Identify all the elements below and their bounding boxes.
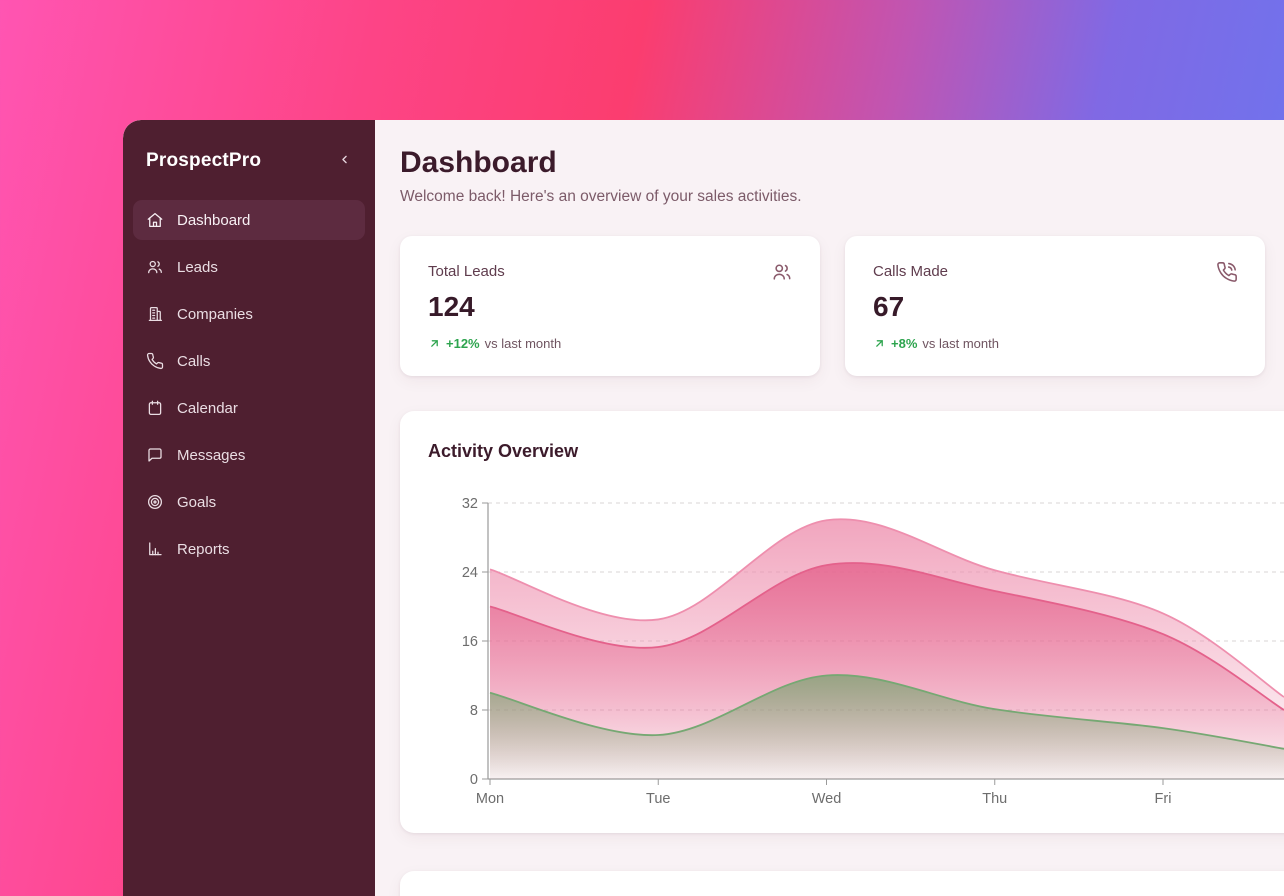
stat-value: 67 [873, 291, 1237, 323]
users-icon [771, 261, 793, 288]
sidebar-item-companies[interactable]: Companies [133, 294, 365, 334]
sidebar-item-calendar[interactable]: Calendar [133, 388, 365, 428]
activity-area-chart: 0 8 16 24 32 Mon Tue Wed Thu Fri [400, 411, 1284, 833]
desktop: { "sidebar": { "brand": "ProspectPro", "… [0, 0, 1284, 896]
trend-suffix: vs last month [485, 336, 562, 351]
calendar-icon [146, 399, 164, 417]
main-content: Dashboard Welcome back! Here's an overvi… [375, 120, 1284, 896]
sidebar-item-leads[interactable]: Leads [133, 247, 365, 287]
svg-text:Wed: Wed [812, 791, 842, 807]
app-logo: ProspectPro [146, 150, 261, 172]
trend-suffix: vs last month [922, 336, 999, 351]
svg-text:16: 16 [462, 634, 478, 650]
activity-overview-card: Activity Overview 08162432MonTueWedThuFr… [400, 411, 1284, 833]
collapse-sidebar-button[interactable] [337, 152, 352, 170]
sidebar-item-dashboard[interactable]: Dashboard [133, 200, 365, 240]
stat-value: 124 [428, 291, 792, 323]
sidebar-item-goals[interactable]: Goals [133, 482, 365, 522]
stat-card-calls-made: Calls Made 67 +8% vs last month [845, 236, 1265, 376]
bottom-section-card [400, 871, 1284, 896]
svg-text:Tue: Tue [646, 791, 670, 807]
sidebar-item-calls[interactable]: Calls [133, 341, 365, 381]
stats-row: Total Leads 124 +12% vs last month Calls… [400, 236, 1284, 376]
stat-label: Total Leads [428, 263, 792, 280]
sidebar-item-label: Companies [177, 306, 253, 323]
stat-trend: +8% vs last month [873, 336, 1237, 351]
bar-chart-icon [146, 540, 164, 558]
sidebar-item-label: Calendar [177, 400, 238, 417]
message-icon [146, 446, 164, 464]
home-icon [146, 211, 164, 229]
svg-text:Thu: Thu [982, 791, 1007, 807]
arrow-up-right-icon [428, 337, 441, 350]
sidebar: ProspectPro Dashboard Leads [123, 120, 375, 896]
arrow-up-right-icon [873, 337, 886, 350]
sidebar-item-label: Dashboard [177, 212, 250, 229]
sidebar-item-reports[interactable]: Reports [133, 529, 365, 569]
trend-percent: +12% [446, 336, 480, 351]
svg-text:32: 32 [462, 496, 478, 512]
trend-percent: +8% [891, 336, 917, 351]
sidebar-item-label: Reports [177, 541, 230, 558]
sidebar-item-label: Goals [177, 494, 216, 511]
svg-text:Mon: Mon [476, 791, 504, 807]
stat-trend: +12% vs last month [428, 336, 792, 351]
page-title: Dashboard [400, 146, 1284, 179]
sidebar-item-label: Messages [177, 447, 245, 464]
page-subtitle: Welcome back! Here's an overview of your… [400, 188, 1284, 206]
svg-text:8: 8 [470, 703, 478, 719]
sidebar-item-label: Calls [177, 353, 210, 370]
stat-card-total-leads: Total Leads 124 +12% vs last month [400, 236, 820, 376]
chevron-left-icon [337, 152, 352, 170]
sidebar-nav: Dashboard Leads Companies Calls [133, 200, 365, 569]
stat-label: Calls Made [873, 263, 1237, 280]
phone-icon [146, 352, 164, 370]
app-window: ProspectPro Dashboard Leads [123, 120, 1284, 896]
svg-text:Fri: Fri [1155, 791, 1172, 807]
svg-text:0: 0 [470, 772, 478, 788]
phone-call-icon [1216, 261, 1238, 288]
building-icon [146, 305, 164, 323]
sidebar-item-label: Leads [177, 259, 218, 276]
sidebar-item-messages[interactable]: Messages [133, 435, 365, 475]
svg-text:24: 24 [462, 565, 478, 581]
users-icon [146, 258, 164, 276]
sidebar-header: ProspectPro [133, 144, 365, 200]
target-icon [146, 493, 164, 511]
